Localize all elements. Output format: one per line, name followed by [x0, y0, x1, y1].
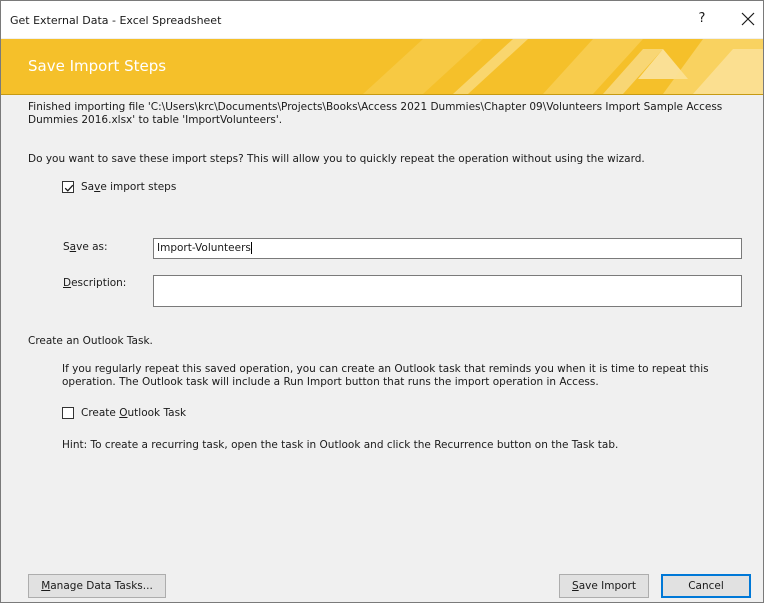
banner-decoration [363, 39, 763, 94]
window-title: Get External Data - Excel Spreadsheet [10, 14, 222, 27]
cancel-button[interactable]: Cancel [661, 574, 751, 598]
outlook-text-line-1: If you regularly repeat this saved opera… [62, 363, 709, 375]
manage-data-tasks-button[interactable]: Manage Data Tasks... [28, 574, 166, 598]
save-as-label: Save as: [63, 241, 108, 253]
save-as-input[interactable]: Import-Volunteers [153, 238, 742, 259]
save-steps-question: Do you want to save these import steps? … [28, 153, 645, 165]
finished-line-2: Dummies 2016.xlsx' to table 'ImportVolun… [28, 114, 283, 126]
close-icon [741, 12, 755, 26]
banner-title: Save Import Steps [28, 57, 167, 75]
outlook-task-description: If you regularly repeat this saved opera… [62, 363, 709, 389]
import-dialog: Get External Data - Excel Spreadsheet ? … [0, 0, 764, 603]
outlook-text-line-2: operation. The Outlook task will include… [62, 376, 599, 388]
header-banner: Save Import Steps [1, 39, 763, 95]
dialog-content: Finished importing file 'C:\Users\krc\Do… [1, 95, 763, 602]
title-bar: Get External Data - Excel Spreadsheet ? [1, 1, 763, 38]
checkmark-icon [64, 184, 74, 192]
description-label: Description: [63, 277, 127, 289]
help-button[interactable]: ? [691, 8, 713, 30]
save-import-steps-checkbox[interactable] [62, 181, 74, 193]
close-button[interactable] [736, 7, 760, 31]
finished-import-message: Finished importing file 'C:\Users\krc\Do… [28, 101, 722, 127]
recurring-task-hint: Hint: To create a recurring task, open t… [62, 439, 619, 451]
outlook-task-heading: Create an Outlook Task. [28, 335, 153, 347]
text-caret [250, 242, 252, 254]
create-outlook-task-checkbox[interactable] [62, 407, 74, 419]
save-import-steps-option[interactable]: Save import steps [62, 181, 176, 193]
save-import-button[interactable]: Save Import [559, 574, 649, 598]
finished-line-1: Finished importing file 'C:\Users\krc\Do… [28, 101, 723, 113]
save-import-steps-label: Save import steps [81, 181, 177, 193]
description-input[interactable] [153, 275, 742, 307]
create-outlook-task-label: Create Outlook Task [81, 407, 187, 419]
create-outlook-task-option[interactable]: Create Outlook Task [62, 407, 186, 419]
